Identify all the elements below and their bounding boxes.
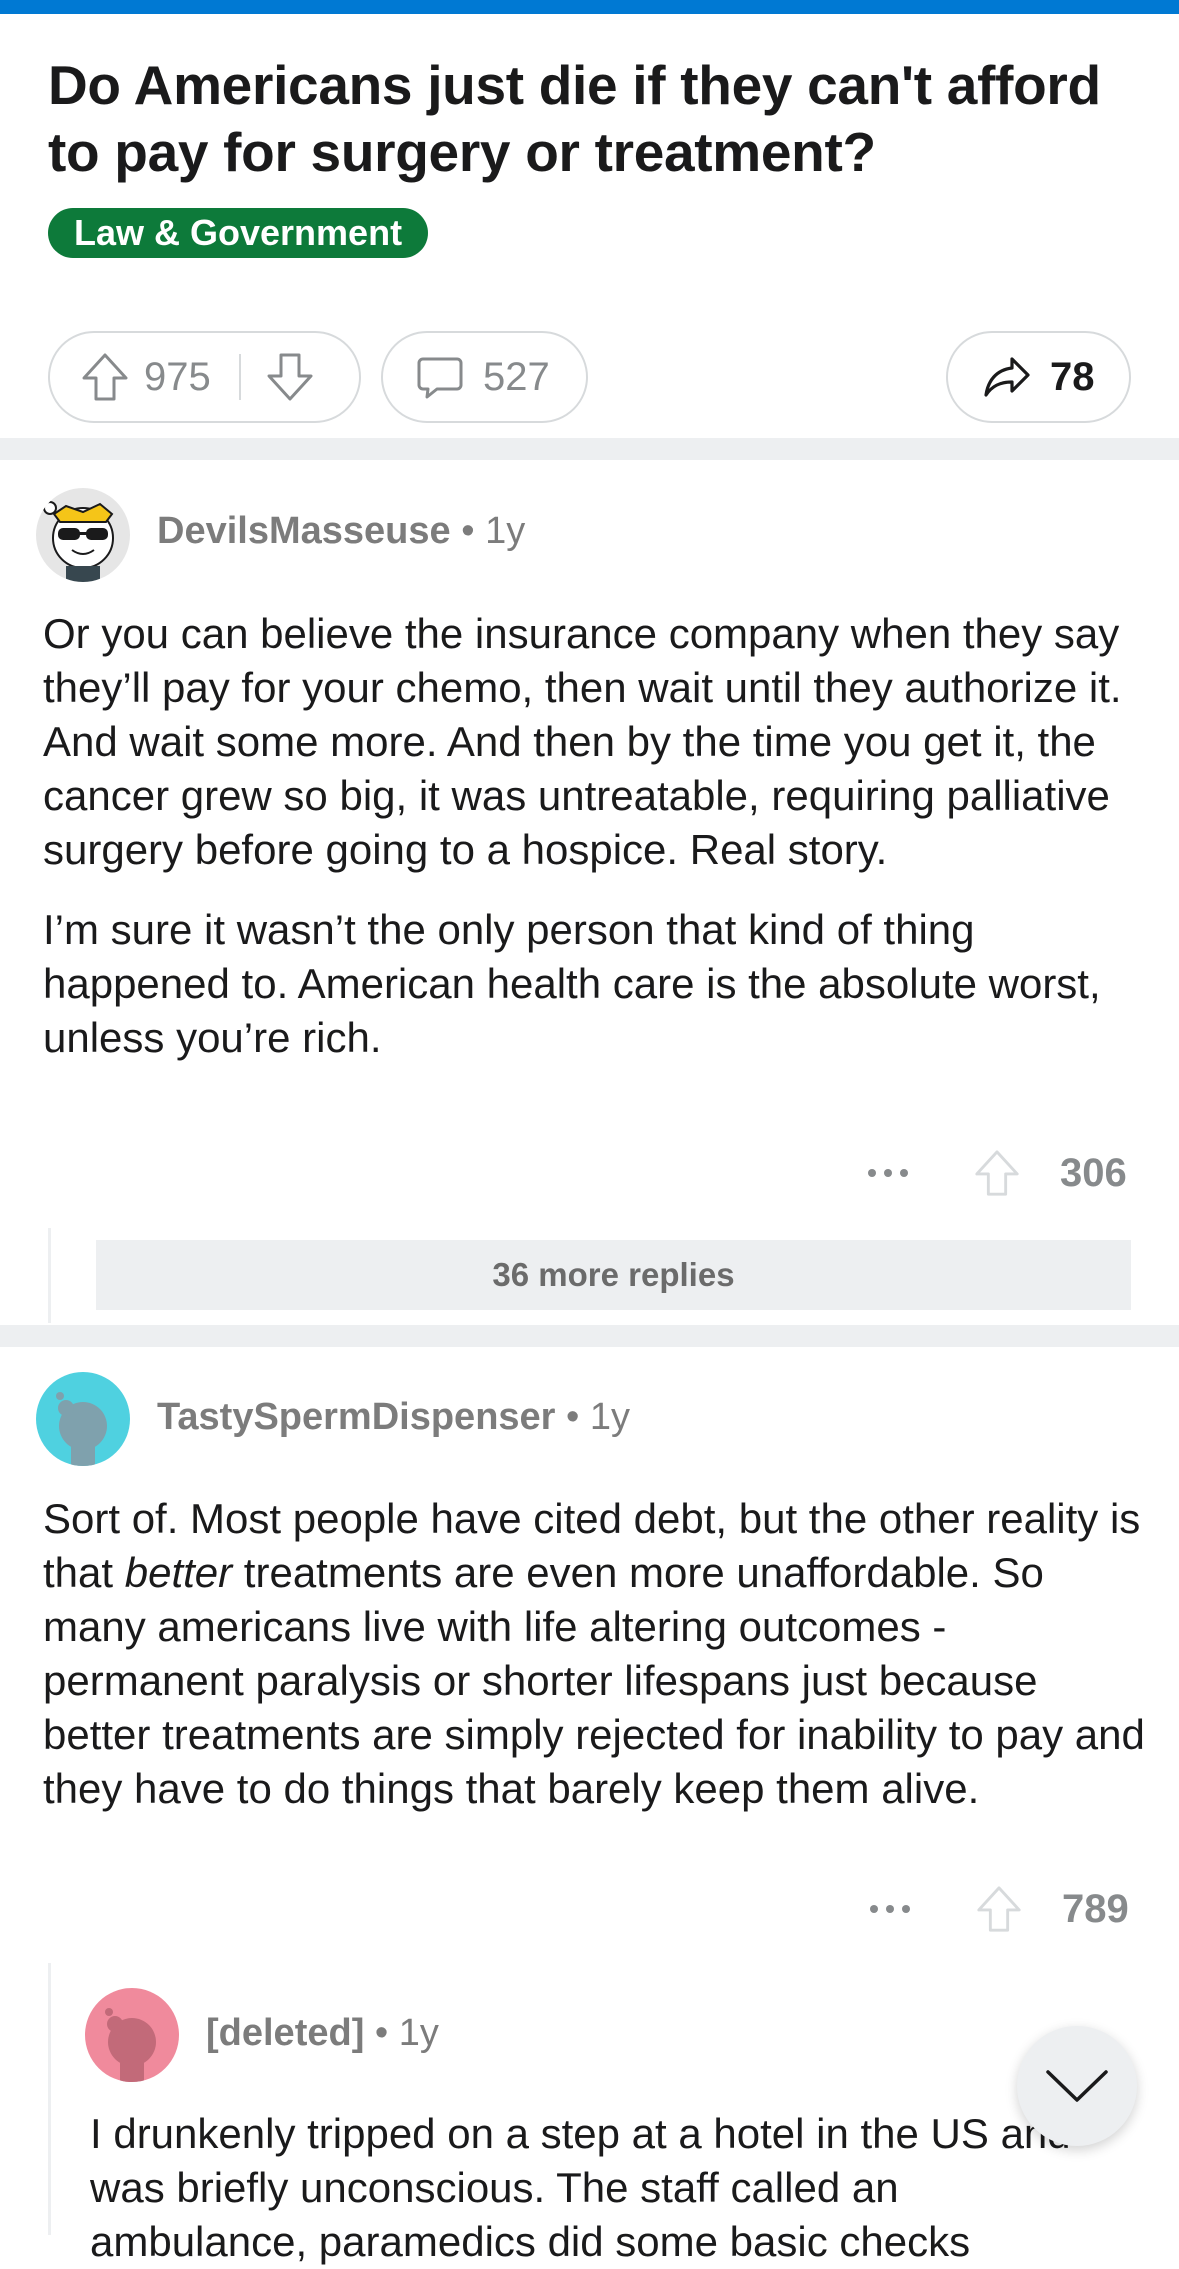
comment-body: Sort of. Most people have cited debt, bu… [43, 1492, 1153, 1816]
upvote-count: 975 [144, 354, 211, 399]
comment-age: 1y [398, 2012, 439, 2054]
more-replies-button[interactable]: 36 more replies [96, 1240, 1131, 1310]
upvote-icon[interactable] [972, 1148, 1022, 1198]
chevron-down-icon [1044, 2068, 1110, 2104]
comment-icon [415, 353, 465, 401]
avatar[interactable] [36, 488, 130, 582]
comment-meta: [deleted] • 1y [206, 2012, 439, 2055]
comment-age: 1y [589, 1396, 631, 1438]
comment-body: Or you can believe the insurance company… [43, 607, 1153, 1065]
comment-author[interactable]: [deleted] [206, 2012, 364, 2054]
meta-dot: • [461, 510, 486, 552]
comment-emphasis: better [124, 1549, 233, 1596]
vote-divider [238, 354, 241, 400]
meta-dot: • [566, 1396, 590, 1438]
thread-line [48, 1963, 51, 2235]
section-separator [0, 438, 1179, 460]
comment-body: I drunkenly tripped on a step at a hotel… [90, 2107, 1090, 2269]
comment-meta: DevilsMasseuse • 1y [157, 510, 525, 553]
comment-score: 306 [1060, 1150, 1127, 1195]
comment-author[interactable]: DevilsMasseuse [157, 510, 451, 552]
comment-paragraph: I’m sure it wasn’t the only person that … [43, 906, 1101, 1061]
more-icon[interactable] [868, 1903, 912, 1915]
post-flair[interactable]: Law & Government [48, 208, 429, 258]
section-separator [0, 1325, 1179, 1347]
avatar[interactable] [85, 1988, 179, 2082]
thread-line [48, 1228, 51, 1323]
upvote-icon[interactable] [974, 1884, 1024, 1934]
next-comment-button[interactable] [1017, 2026, 1137, 2146]
downvote-icon[interactable] [265, 351, 315, 403]
comment-score: 789 [1062, 1886, 1129, 1931]
comment-meta: TastySpermDispenser • 1y [157, 1396, 630, 1439]
avatar[interactable] [36, 1372, 130, 1466]
top-accent-bar [0, 0, 1179, 14]
post-title: Do Americans just die if they can't affo… [48, 54, 1101, 183]
meta-dot: • [374, 2012, 399, 2054]
more-icon[interactable] [866, 1167, 910, 1179]
comment-paragraph: I drunkenly tripped on a step at a hotel… [90, 2110, 1071, 2265]
vote-pill: 975 [48, 331, 361, 423]
share-count: 78 [1050, 354, 1095, 399]
upvote-icon[interactable] [80, 351, 130, 403]
comment-paragraph: Sort of. Most people have cited debt, bu… [43, 1492, 1153, 1816]
comment-actions: 306 [866, 1148, 1127, 1198]
comment-author[interactable]: TastySpermDispenser [157, 1396, 555, 1438]
comment-actions: 789 [868, 1884, 1129, 1934]
share-icon [982, 355, 1032, 399]
comments-button[interactable]: 527 [381, 331, 588, 423]
comment-paragraph: Or you can believe the insurance company… [43, 610, 1122, 873]
comment-count: 527 [483, 354, 550, 399]
share-button[interactable]: 78 [946, 331, 1131, 423]
comment-age: 1y [485, 510, 526, 552]
